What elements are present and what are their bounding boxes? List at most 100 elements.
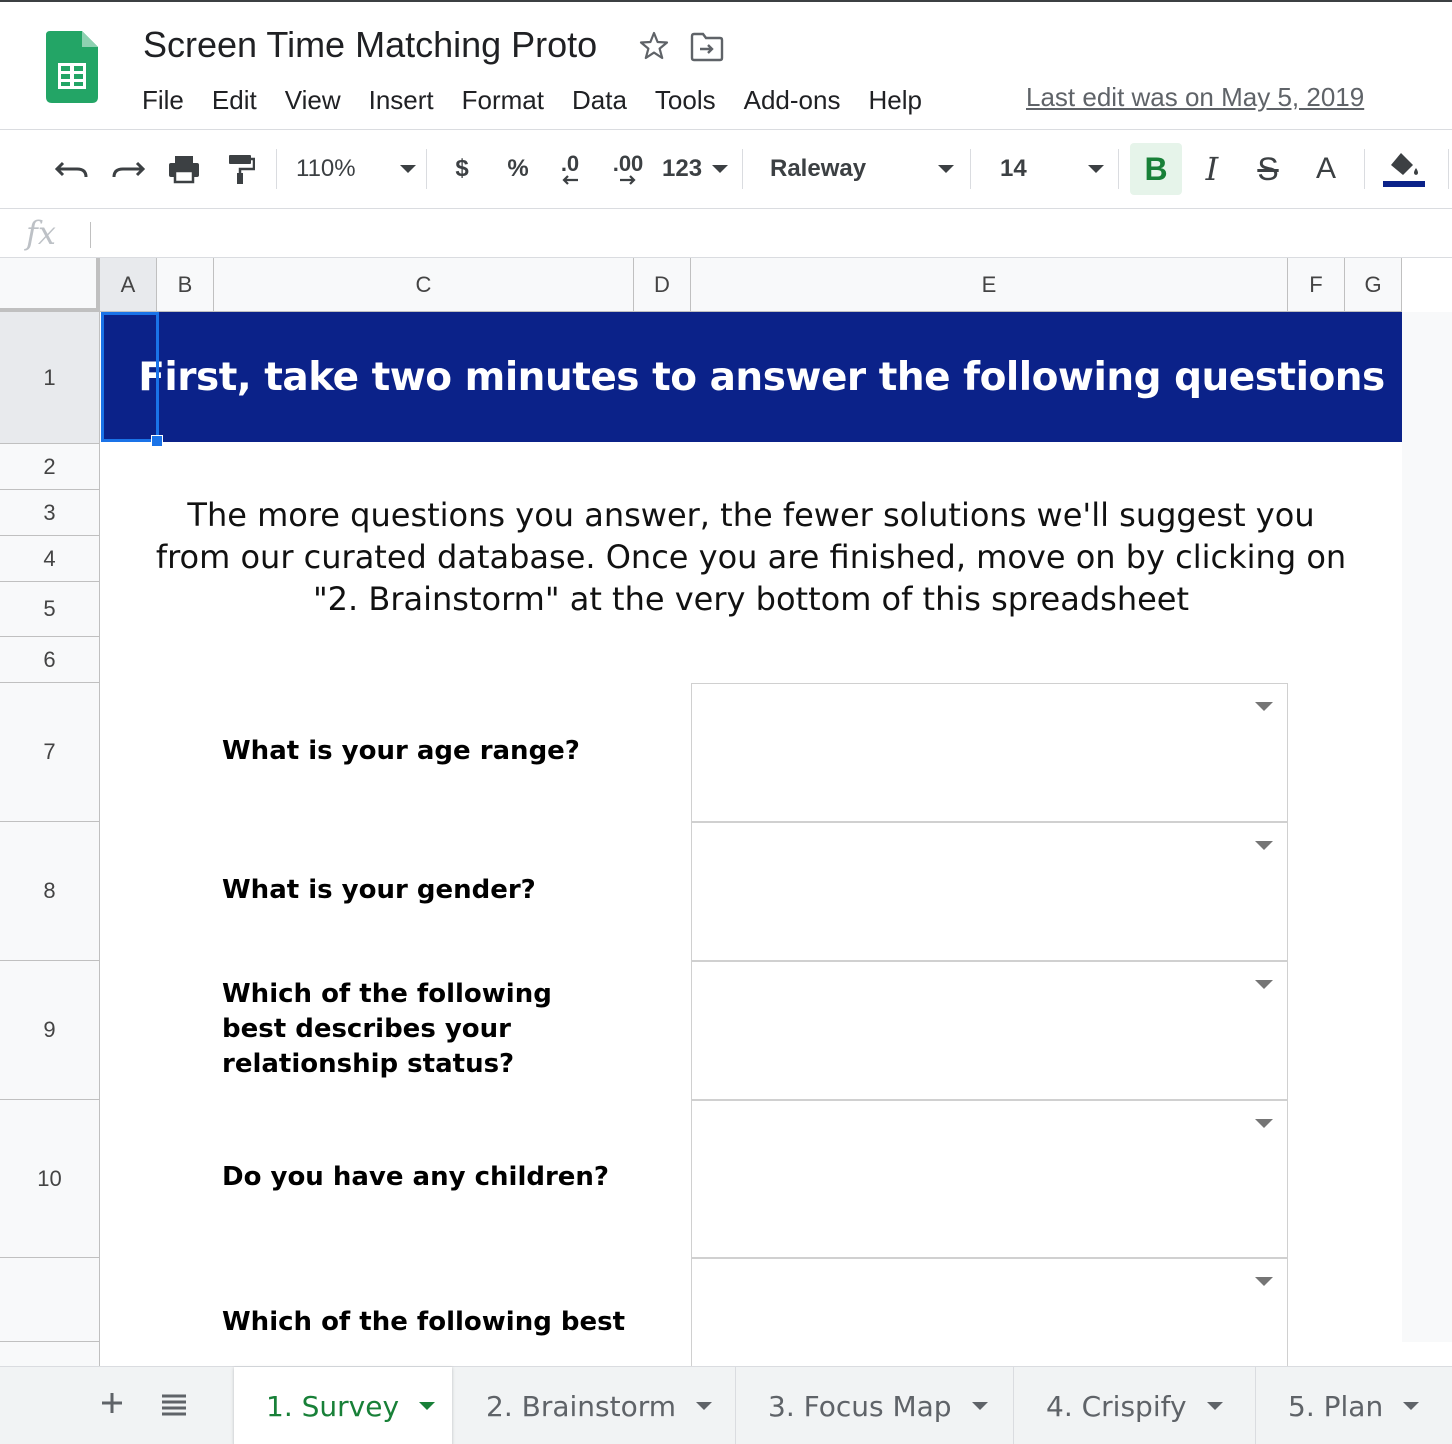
column-header-e[interactable]: E bbox=[691, 258, 1288, 312]
all-sheets-icon[interactable] bbox=[158, 1389, 190, 1421]
dropdown-arrow-icon[interactable] bbox=[1255, 1277, 1273, 1286]
column-header-d[interactable]: D bbox=[634, 258, 691, 312]
star-icon[interactable] bbox=[638, 30, 670, 62]
row-header-5[interactable]: 5 bbox=[0, 582, 100, 637]
banner-text: First, take two minutes to answer the fo… bbox=[138, 354, 1385, 400]
formula-bar: fx bbox=[0, 210, 1452, 258]
column-header-g[interactable]: G bbox=[1345, 258, 1402, 312]
strikethrough-button[interactable]: S bbox=[1246, 147, 1290, 191]
sheet-tab-focus-map[interactable]: 3. Focus Map bbox=[736, 1367, 1014, 1444]
row-header-6[interactable]: 6 bbox=[0, 637, 100, 683]
font-size-select[interactable]: 14 bbox=[1000, 147, 1104, 191]
menu-insert[interactable]: Insert bbox=[355, 85, 448, 116]
dropdown-arrow-icon[interactable] bbox=[1255, 1119, 1273, 1128]
chevron-down-icon[interactable] bbox=[696, 1402, 713, 1410]
formula-input[interactable] bbox=[100, 210, 1440, 258]
sheet-tab-bar: 1. Survey 2. Brainstorm 3. Focus Map 4. … bbox=[0, 1366, 1452, 1444]
arrow-left-icon bbox=[562, 175, 578, 185]
move-to-folder-icon[interactable] bbox=[690, 32, 724, 62]
row-header-7[interactable]: 7 bbox=[0, 683, 100, 822]
currency-format-button[interactable]: $ bbox=[444, 147, 480, 191]
font-family-select[interactable]: Raleway bbox=[770, 147, 954, 191]
zoom-select[interactable]: 110% bbox=[296, 147, 416, 191]
last-edit-link[interactable]: Last edit was on May 5, 2019 bbox=[1026, 82, 1364, 113]
paint-format-button[interactable] bbox=[218, 147, 262, 191]
dropdown-arrow-icon[interactable] bbox=[1255, 980, 1273, 989]
redo-button[interactable] bbox=[106, 147, 150, 191]
relationship-status-dropdown[interactable] bbox=[691, 961, 1288, 1100]
sheet-tab-survey[interactable]: 1. Survey bbox=[234, 1367, 452, 1444]
print-button[interactable] bbox=[162, 147, 206, 191]
column-header-b[interactable]: B bbox=[157, 258, 214, 312]
toolbar: 110% $ % .0 .00 123 Raleway 14 B I S A bbox=[0, 131, 1452, 209]
toolbar-separator bbox=[276, 149, 277, 189]
question-children: Do you have any children? bbox=[222, 1162, 610, 1192]
row-header-9[interactable]: 9 bbox=[0, 961, 100, 1100]
menu-data[interactable]: Data bbox=[558, 85, 641, 116]
increase-decimal-button[interactable]: .00 bbox=[604, 147, 652, 191]
menu-help[interactable]: Help bbox=[854, 85, 935, 116]
row-header-11[interactable] bbox=[0, 1258, 100, 1342]
row-header-3[interactable]: 3 bbox=[0, 490, 100, 536]
sheet-tab-crispify[interactable]: 4. Crispify bbox=[1014, 1367, 1256, 1444]
italic-button[interactable]: I bbox=[1190, 147, 1234, 191]
sheet-tab-brainstorm[interactable]: 2. Brainstorm bbox=[454, 1367, 736, 1444]
menu-file[interactable]: File bbox=[128, 85, 198, 116]
dropdown-arrow-icon[interactable] bbox=[1255, 702, 1273, 711]
percent-format-button[interactable]: % bbox=[500, 147, 536, 191]
paint-format-icon bbox=[229, 155, 255, 184]
undo-button[interactable] bbox=[50, 147, 94, 191]
intro-line-3: "2. Brainstorm" at the very bottom of th… bbox=[312, 580, 1190, 618]
fx-icon: fx bbox=[26, 214, 56, 252]
fill-color-button[interactable] bbox=[1380, 147, 1428, 191]
arrow-right-icon bbox=[620, 175, 636, 185]
row-header-2[interactable]: 2 bbox=[0, 444, 100, 490]
chevron-down-icon[interactable] bbox=[1206, 1402, 1223, 1410]
row-header-10[interactable]: 10 bbox=[0, 1100, 100, 1258]
row-header-4[interactable]: 4 bbox=[0, 536, 100, 582]
add-sheet-icon[interactable] bbox=[96, 1387, 128, 1419]
spreadsheet-grid: A B C D E F G 1 2 3 4 5 6 7 8 9 10 First… bbox=[0, 258, 1452, 1366]
chevron-down-icon[interactable] bbox=[419, 1402, 436, 1410]
document-title[interactable]: Screen Time Matching Proto bbox=[143, 24, 597, 66]
row-header-1[interactable]: 1 bbox=[0, 312, 100, 444]
sheets-logo-icon[interactable] bbox=[46, 31, 98, 103]
next-question-dropdown[interactable] bbox=[691, 1258, 1288, 1366]
column-header-a[interactable]: A bbox=[100, 258, 157, 312]
active-cell-selection[interactable] bbox=[101, 312, 159, 442]
column-header-c[interactable]: C bbox=[214, 258, 634, 312]
dropdown-arrow-icon[interactable] bbox=[1255, 841, 1273, 850]
menu-tools[interactable]: Tools bbox=[641, 85, 730, 116]
formula-separator bbox=[90, 222, 91, 248]
chevron-down-icon bbox=[1088, 165, 1104, 173]
gender-dropdown[interactable] bbox=[691, 822, 1288, 961]
chevron-down-icon bbox=[938, 165, 954, 173]
row-header-8[interactable]: 8 bbox=[0, 822, 100, 961]
toolbar-separator bbox=[1364, 149, 1365, 189]
chevron-down-icon[interactable] bbox=[971, 1402, 988, 1410]
chevron-down-icon bbox=[400, 165, 416, 173]
menu-add-ons[interactable]: Add-ons bbox=[730, 85, 855, 116]
children-dropdown[interactable] bbox=[691, 1100, 1288, 1258]
header-banner[interactable]: First, take two minutes to answer the fo… bbox=[101, 312, 1402, 442]
menu-view[interactable]: View bbox=[271, 85, 355, 116]
toolbar-separator bbox=[1118, 149, 1119, 189]
fill-handle[interactable] bbox=[151, 435, 163, 447]
sheet-tab-plan[interactable]: 5. Plan bbox=[1256, 1367, 1452, 1444]
redo-icon bbox=[112, 161, 145, 178]
select-all-corner[interactable] bbox=[0, 258, 100, 312]
more-formats-button[interactable]: 123 bbox=[662, 147, 728, 191]
intro-text: The more questions you answer, the fewer… bbox=[150, 494, 1352, 620]
chevron-down-icon bbox=[712, 165, 728, 173]
fill-color-swatch bbox=[1383, 181, 1425, 187]
menu-edit[interactable]: Edit bbox=[198, 85, 271, 116]
chevron-down-icon[interactable] bbox=[1403, 1402, 1420, 1410]
menu-bar: File Edit View Insert Format Data Tools … bbox=[128, 80, 936, 120]
column-header-f[interactable]: F bbox=[1288, 258, 1345, 312]
text-color-button[interactable]: A bbox=[1304, 147, 1348, 191]
decrease-decimal-button[interactable]: .0 bbox=[548, 147, 592, 191]
menu-format[interactable]: Format bbox=[448, 85, 558, 116]
bold-button[interactable]: B bbox=[1130, 143, 1182, 195]
age-range-dropdown[interactable] bbox=[691, 683, 1288, 822]
toolbar-separator bbox=[742, 149, 743, 189]
